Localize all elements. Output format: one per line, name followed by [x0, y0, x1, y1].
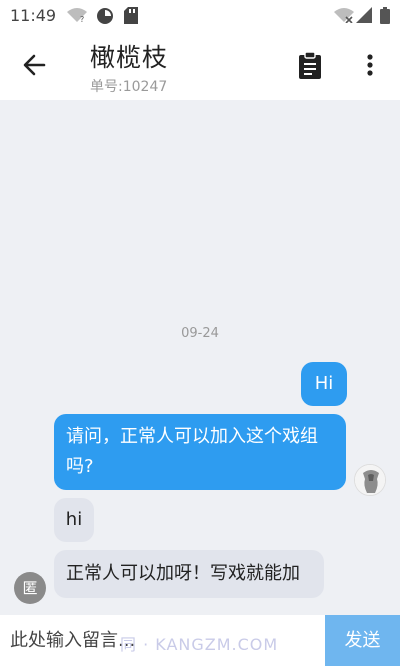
order-number: 单号:10247 — [90, 79, 168, 95]
battery-icon — [380, 7, 390, 24]
wifi-off-icon — [334, 8, 354, 23]
clipboard-button[interactable] — [296, 50, 324, 80]
staff-avatar[interactable]: 匿 — [14, 572, 46, 604]
app-bar: 橄榄枝 单号:10247 — [0, 30, 400, 100]
arrow-left-icon — [23, 54, 46, 76]
message-bubble-incoming: 正常人可以加呀！写戏就能加 — [54, 550, 324, 598]
message-bubble-incoming: hi — [54, 498, 94, 542]
more-options-button[interactable] — [358, 50, 382, 80]
page-title: 橄榄枝 — [90, 43, 169, 72]
date-separator: 09-24 — [181, 326, 219, 341]
cell-signal-icon — [356, 7, 372, 23]
clipboard-icon — [299, 51, 321, 79]
chat-area[interactable]: 09-24 Hi 请问，正常人可以加入这个戏组吗? hi 正常人可以加呀！写戏就… — [0, 100, 400, 615]
message-bubble-outgoing: Hi — [301, 362, 347, 406]
status-bar: 11:49 ? — [0, 0, 400, 30]
back-button[interactable] — [18, 50, 52, 80]
send-button[interactable]: 发送 — [325, 615, 400, 666]
more-vert-icon — [367, 54, 373, 76]
wifi-question-icon: ? — [67, 8, 87, 23]
sd-card-icon — [124, 7, 138, 24]
message-input[interactable] — [0, 615, 324, 666]
avatar-image-icon — [355, 465, 385, 495]
svg-text:?: ? — [80, 15, 84, 23]
status-time: 11:49 — [10, 6, 57, 25]
user-avatar[interactable] — [354, 464, 386, 496]
composer-bar: 同 · KANGZM.COM 发送 — [0, 615, 400, 666]
message-bubble-outgoing: 请问，正常人可以加入这个戏组吗? — [54, 414, 346, 490]
data-saver-icon — [97, 8, 113, 24]
